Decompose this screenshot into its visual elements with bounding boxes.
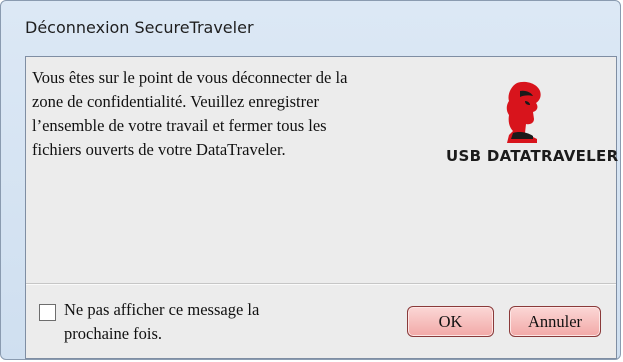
datatraveler-logo: USB DATATRAVELER xyxy=(440,81,619,181)
dialog-window: Déconnexion SecureTraveler Vous êtes sur… xyxy=(0,0,621,360)
window-title: Déconnexion SecureTraveler xyxy=(25,18,254,37)
message-line: zone de confidentialité. Veuillez enregi… xyxy=(32,92,319,111)
dont-show-checkbox[interactable] xyxy=(39,304,56,321)
message-text: Vous êtes sur le point de vous déconnect… xyxy=(32,66,432,162)
logo-text: USB DATATRAVELER xyxy=(446,147,619,165)
ok-button[interactable]: OK xyxy=(407,306,494,337)
cancel-button[interactable]: Annuler xyxy=(509,306,601,337)
dont-show-label-line: Ne pas afficher ce message la xyxy=(64,300,260,319)
message-line: fichiers ouverts de votre DataTraveler. xyxy=(32,140,286,159)
message-line: Vous êtes sur le point de vous déconnect… xyxy=(32,68,348,87)
dialog-client-area: Vous êtes sur le point de vous déconnect… xyxy=(25,56,619,359)
message-line: l’ensemble de votre travail et fermer to… xyxy=(32,116,327,135)
kingston-head-icon xyxy=(506,81,541,143)
dont-show-label-line: prochaine fois. xyxy=(64,324,163,343)
footer-divider-highlight xyxy=(26,284,616,285)
dont-show-label[interactable]: Ne pas afficher ce message la prochaine … xyxy=(64,298,324,346)
